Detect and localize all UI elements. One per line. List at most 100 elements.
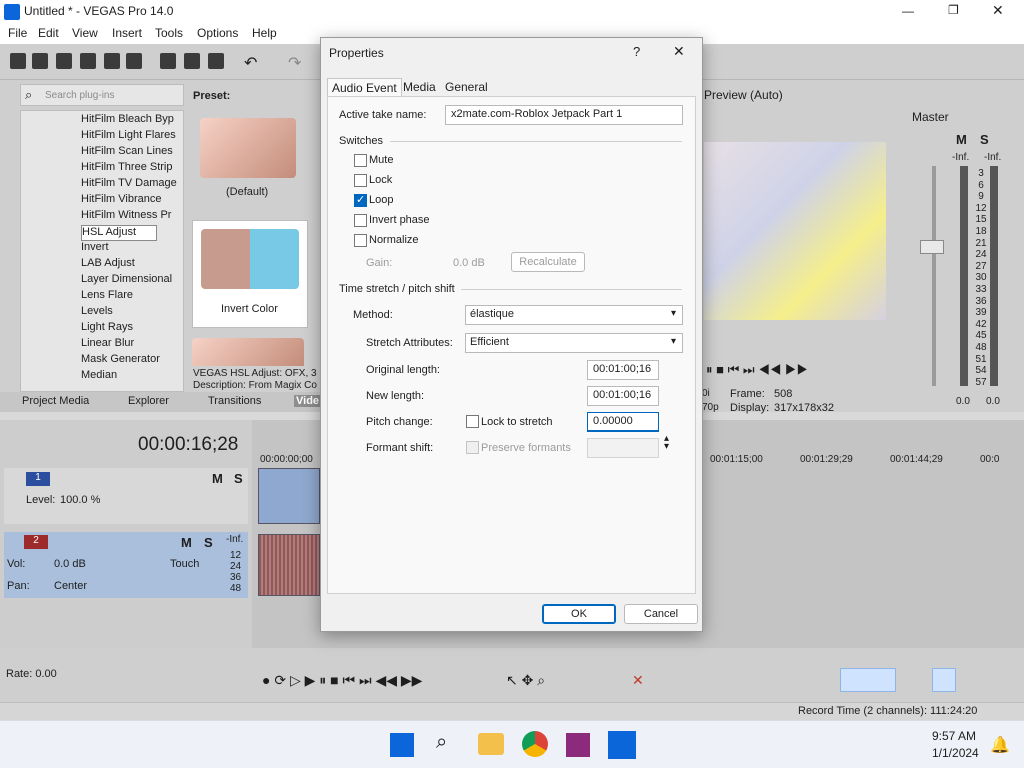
new-length-input[interactable]: 00:01:00;16 [587,386,659,406]
close-window-icon[interactable]: ✕ [992,2,1004,19]
menu-file[interactable]: File [8,26,27,40]
spin-arrows-icon[interactable]: ▴ ▾ [664,434,669,452]
ruler-label: 00:01:15;00 [710,454,763,465]
pitch-change-input[interactable]: 0.00000 [587,412,659,432]
minimize-icon[interactable]: — [902,4,914,18]
invert-phase-checkbox[interactable] [354,214,367,227]
method-select[interactable]: élastique ▾ [465,305,683,325]
list-item[interactable]: HitFilm TV Damage [81,177,183,193]
solo-button[interactable]: S [980,132,989,147]
list-item[interactable]: HitFilm Bleach Byp [81,113,183,129]
auto-ripple-toggle[interactable] [932,668,956,692]
preset-invert-thumb[interactable]: Invert Color [192,220,308,328]
list-item[interactable]: HitFilm Scan Lines [81,145,183,161]
list-item[interactable]: Invert [81,241,183,257]
undo-icon[interactable]: ↶ [244,53,257,73]
search-input[interactable]: Search plug-ins [45,90,114,101]
vegas-taskbar-icon[interactable] [608,731,636,759]
master-fader-handle[interactable] [920,240,944,254]
recalculate-button[interactable]: Recalculate [511,252,585,272]
ruler-label: 00:01:29;29 [800,454,853,465]
preview-mode-select[interactable]: Preview (Auto) [704,88,783,102]
chrome-icon[interactable] [522,731,548,757]
list-item[interactable]: Lens Flare [81,289,183,305]
close-dialog-icon[interactable]: ✕ [673,43,685,60]
file-explorer-icon[interactable] [478,733,504,755]
track-solo-button[interactable]: S [204,535,213,550]
tab-media[interactable]: Media [399,78,440,96]
tab-explorer[interactable]: Explorer [128,395,169,407]
track-mute-button[interactable]: M [181,535,192,550]
list-item[interactable]: LAB Adjust [81,257,183,273]
list-item-selected[interactable]: HSL Adjust [81,225,157,241]
menu-view[interactable]: View [72,26,98,40]
list-item[interactable]: HitFilm Light Flares [81,129,183,145]
cancel-button[interactable]: Cancel [624,604,698,624]
list-item[interactable]: Light Rays [81,321,183,337]
transport-controls[interactable]: ● ⟳ ▷ ▶ ⏸ ■ ⏮ ⏭ ◀◀ ▶▶ [262,672,422,689]
tab-project-media[interactable]: Project Media [22,395,89,407]
tab-audio-event[interactable]: Audio Event [327,78,402,96]
paste-icon[interactable] [208,53,224,69]
stretch-attributes-select[interactable]: Efficient ▾ [465,333,683,353]
open-folder-icon[interactable] [32,53,48,69]
menu-edit[interactable]: Edit [38,26,59,40]
save-as-icon[interactable] [80,53,96,69]
loop-checkbox[interactable] [354,193,367,207]
tab-general[interactable]: General [441,78,492,96]
menu-options[interactable]: Options [197,26,238,40]
edit-tools[interactable]: ↖ ✥ ⌕ [506,672,545,689]
restore-icon[interactable]: ❐ [948,3,959,17]
video-track-header[interactable]: 1 M S Level: 100.0 % [4,468,248,524]
preserve-formants-checkbox[interactable] [466,441,479,454]
list-item[interactable]: Layer Dimensional [81,273,183,289]
mute-checkbox[interactable] [354,154,367,167]
help-icon[interactable]: ? [633,44,640,59]
windows-start-icon[interactable] [390,733,414,757]
preset-default-thumb[interactable]: (Default) [192,112,304,208]
transport-mini-controls[interactable]: ⏸ ■ ⏮ ⏭ ◀◀ ▶▶ [706,362,808,378]
mute-button[interactable]: M [956,132,967,147]
normalize-checkbox[interactable] [354,234,367,247]
search-icon[interactable]: ⌕ [436,731,447,754]
cut-icon[interactable] [160,53,176,69]
copy-icon[interactable] [184,53,200,69]
redo-icon[interactable]: ↷ [288,53,301,73]
menu-tools[interactable]: Tools [155,26,183,40]
audio-track-header[interactable]: 2 M S -Inf. Vol: 0.0 dB Pan: Center Touc… [4,532,248,598]
delete-icon[interactable]: ✕ [632,672,644,689]
active-take-input[interactable]: x2mate.com-Roblox Jetpack Part 1 [445,105,683,125]
lock-checkbox[interactable] [354,174,367,187]
snap-toggle[interactable] [840,668,896,692]
new-file-icon[interactable] [10,53,26,69]
list-item[interactable]: Median [81,369,183,385]
search-plugins-box[interactable]: ⌕ Search plug-ins [20,84,184,106]
automation-mode-select[interactable]: Touch [170,558,199,570]
original-length-input[interactable]: 00:01:00;16 [587,360,659,380]
list-item[interactable]: HitFilm Witness Pr [81,209,183,225]
lock-to-stretch-checkbox[interactable] [466,415,479,428]
audio-clip[interactable] [258,534,320,596]
winrar-icon[interactable] [566,733,590,757]
save-icon[interactable] [56,53,72,69]
notification-bell-icon[interactable]: 🔔 [990,735,1010,755]
list-item[interactable]: HitFilm Vibrance [81,193,183,209]
menu-insert[interactable]: Insert [112,26,142,40]
ok-button[interactable]: OK [542,604,616,624]
list-item[interactable]: Mask Generator [81,353,183,369]
gear-icon[interactable] [126,53,142,69]
plugin-list[interactable]: HitFilm Bleach Byp HitFilm Light Flares … [20,110,184,392]
tab-transitions[interactable]: Transitions [208,395,261,407]
properties-dialog: Properties ? ✕ Audio Event Media General… [320,37,703,632]
track-mute-button[interactable]: M [212,471,223,486]
plugin-explorer-panel: ⌕ Search plug-ins Preset: HitFilm Bleach… [0,80,322,412]
tab-video-fx[interactable]: Vide [294,395,322,407]
formant-shift-input[interactable] [587,438,659,458]
video-clip[interactable] [258,468,320,524]
list-item[interactable]: HitFilm Three Strip [81,161,183,177]
track-solo-button[interactable]: S [234,471,243,486]
menu-help[interactable]: Help [252,26,277,40]
list-item[interactable]: Levels [81,305,183,321]
render-icon[interactable] [104,53,120,69]
list-item[interactable]: Linear Blur [81,337,183,353]
